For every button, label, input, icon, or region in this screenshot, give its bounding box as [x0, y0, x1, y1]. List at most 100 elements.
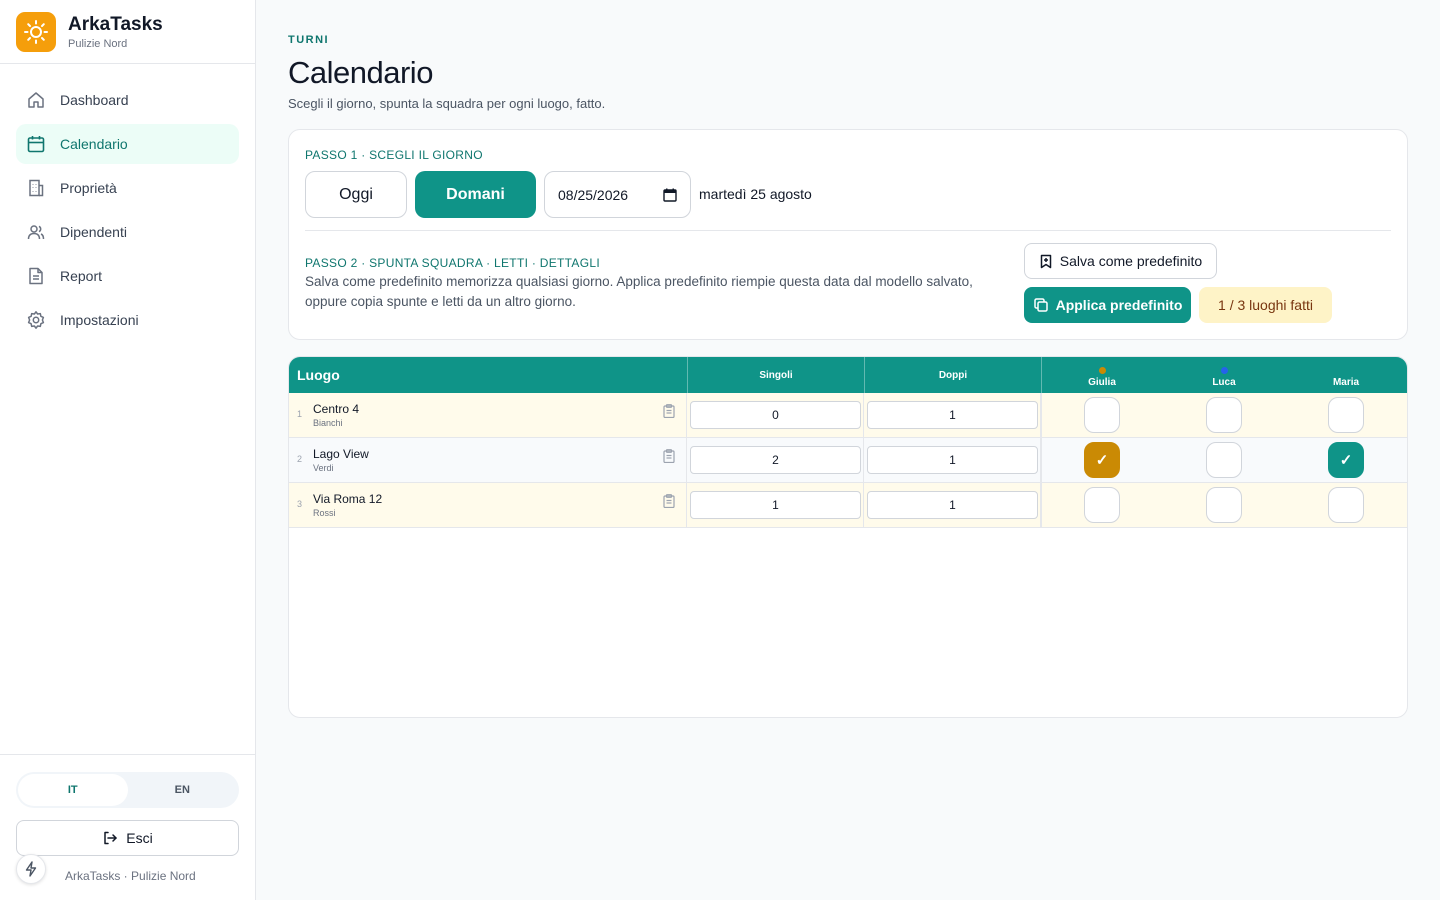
- column-header-singoli: Singoli: [687, 357, 864, 393]
- nav-item-label: Impostazioni: [60, 312, 139, 328]
- location-cell: 1 Centro 4 Bianchi: [289, 393, 687, 437]
- column-header-luogo: Luogo: [297, 367, 340, 383]
- clipboard-icon[interactable]: [663, 494, 675, 508]
- brand-name: ArkaTasks: [68, 13, 163, 35]
- person-color-dot: [1220, 366, 1228, 374]
- footer-text: ArkaTasks · Pulizie Nord: [65, 869, 196, 883]
- checkbox-giulia-checked[interactable]: ✓: [1084, 442, 1120, 478]
- checkbox-luca[interactable]: [1206, 397, 1242, 433]
- location-cell: 3 Via Roma 12 Rossi: [289, 483, 687, 527]
- nav-item-dashboard[interactable]: Dashboard: [16, 80, 239, 120]
- column-separator: [1041, 438, 1042, 482]
- column-header-luca: Luca: [1163, 357, 1285, 393]
- tomorrow-button[interactable]: Domani: [415, 171, 536, 218]
- date-input-value: 08/25/2026: [558, 186, 629, 203]
- singoli-cell: 0: [687, 393, 864, 437]
- bolt-icon[interactable]: [16, 854, 46, 884]
- location-cell: 2 Lago View Verdi: [289, 438, 687, 482]
- logout-icon: [104, 831, 118, 845]
- sidebar-footer: IT EN Esci ArkaTasks · Pulizie Nord: [0, 754, 255, 900]
- home-icon: [26, 90, 46, 110]
- progress-badge: 1 / 3 luoghi fatti: [1199, 287, 1332, 323]
- location-owner: Rossi: [313, 508, 336, 518]
- person-name: Giulia: [1088, 376, 1116, 388]
- checkbox-luca[interactable]: [1206, 442, 1242, 478]
- doppi-cell: 1: [864, 438, 1041, 482]
- location-name: Via Roma 12: [313, 492, 383, 506]
- nav-item-dipendenti[interactable]: Dipendenti: [16, 212, 239, 252]
- apply-default-button[interactable]: Applica predefinito: [1024, 287, 1191, 323]
- singoli-cell: 1: [687, 483, 864, 527]
- nav-item-label: Report: [60, 268, 103, 284]
- person-color-dot: [1098, 366, 1106, 374]
- page-eyebrow: TURNI: [288, 34, 330, 46]
- checkbox-luca[interactable]: [1206, 487, 1242, 523]
- nav-item-proprieta[interactable]: Proprietà: [16, 168, 239, 208]
- page-description: Scegli il giorno, spunta la squadra per …: [288, 96, 606, 111]
- today-button[interactable]: Oggi: [305, 171, 407, 218]
- doppi-input[interactable]: 1: [867, 491, 1038, 519]
- nav-item-impostazioni[interactable]: Impostazioni: [16, 300, 239, 340]
- nav-item-report[interactable]: Report: [16, 256, 239, 296]
- checkbox-maria-checked[interactable]: ✓: [1328, 442, 1364, 478]
- sun-icon: [16, 11, 56, 52]
- main-nav: Dashboard Calendario Proprietà Dipendent…: [0, 64, 255, 360]
- row-index: 1: [297, 409, 303, 419]
- clipboard-icon[interactable]: [663, 449, 675, 463]
- page-title: Calendario: [288, 55, 433, 90]
- building-icon: [26, 178, 46, 198]
- calendar-icon[interactable]: [663, 188, 677, 202]
- doppi-input[interactable]: 1: [867, 446, 1038, 474]
- person-color-dot: [1343, 367, 1350, 374]
- checkbox-giulia[interactable]: [1084, 397, 1120, 433]
- bookmark-icon: [1040, 254, 1052, 268]
- location-owner: Bianchi: [313, 418, 343, 428]
- nav-item-label: Dipendenti: [60, 224, 127, 240]
- person-name: Maria: [1332, 376, 1360, 388]
- location-name: Lago View: [313, 447, 369, 461]
- row-index: 2: [297, 454, 303, 464]
- step2-description: Salva come predefinito memorizza qualsia…: [305, 274, 973, 309]
- sidebar: ArkaTasks Pulizie Nord Dashboard Calenda…: [0, 0, 256, 900]
- step1-label: PASSO 1 · SCEGLI IL GIORNO: [305, 148, 483, 162]
- language-option-it[interactable]: IT: [18, 774, 128, 806]
- clipboard-icon[interactable]: [663, 404, 675, 418]
- location-name: Centro 4: [313, 402, 360, 416]
- calendar-icon: [26, 134, 46, 154]
- table-header: Luogo Singoli Doppi Giulia Luca Maria: [289, 357, 1407, 393]
- checkbox-maria[interactable]: [1328, 487, 1364, 523]
- table-row: 3 Via Roma 12 Rossi 1 1: [289, 483, 1407, 528]
- save-default-button[interactable]: Salva come predefinito: [1024, 243, 1217, 279]
- apply-default-label: Applica predefinito: [1055, 297, 1183, 313]
- assignments-table: Luogo Singoli Doppi Giulia Luca Maria 1 …: [288, 356, 1408, 718]
- checkbox-maria[interactable]: [1328, 397, 1364, 433]
- copy-icon: [1033, 298, 1048, 312]
- gear-icon: [26, 310, 46, 330]
- document-icon: [26, 266, 46, 286]
- person-name: Luca: [1212, 376, 1236, 388]
- nav-item-calendario[interactable]: Calendario: [16, 124, 239, 164]
- language-option-en[interactable]: EN: [128, 774, 238, 806]
- singoli-input[interactable]: 2: [690, 446, 861, 474]
- nav-item-label: Dashboard: [60, 92, 129, 108]
- singoli-input[interactable]: 0: [690, 401, 861, 429]
- logout-button[interactable]: Esci: [16, 820, 239, 856]
- date-input[interactable]: 08/25/2026: [544, 171, 691, 218]
- divider: [305, 230, 1391, 231]
- location-owner: Verdi: [313, 463, 334, 473]
- users-icon: [26, 222, 46, 242]
- doppi-cell: 1: [864, 483, 1041, 527]
- brand: ArkaTasks Pulizie Nord: [0, 0, 255, 64]
- doppi-cell: 1: [864, 393, 1041, 437]
- selected-date-text: martedì 25 agosto: [699, 186, 812, 202]
- doppi-input[interactable]: 1: [867, 401, 1038, 429]
- column-separator: [1041, 393, 1042, 437]
- nav-item-label: Calendario: [60, 136, 128, 152]
- brand-subtitle: Pulizie Nord: [68, 37, 128, 50]
- row-index: 3: [297, 499, 303, 509]
- checkbox-giulia[interactable]: [1084, 487, 1120, 523]
- singoli-input[interactable]: 1: [690, 491, 861, 519]
- steps-card: PASSO 1 · SCEGLI IL GIORNO Oggi Domani 0…: [288, 129, 1408, 340]
- table-row: 2 Lago View Verdi 2 1 ✓ ✓: [289, 438, 1407, 483]
- column-header-maria: Maria: [1285, 357, 1407, 393]
